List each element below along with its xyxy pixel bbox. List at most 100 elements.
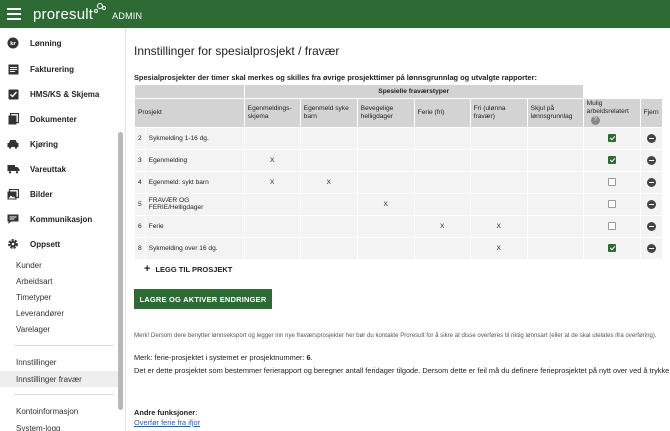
sidebar-item-dokumenter[interactable]: Dokumenter <box>0 109 120 129</box>
page-title: Innstillinger for spesialprosjekt / frav… <box>134 44 340 58</box>
project-number: 8 <box>134 236 146 260</box>
money-circle-icon: kr <box>6 36 20 50</box>
menu-icon[interactable] <box>7 8 21 20</box>
flag-cell-c5[interactable] <box>469 148 528 172</box>
ferie-note-text: Merk: ferie-prosjektet i systemet er pro… <box>134 353 305 362</box>
project-number: 5 <box>134 192 146 216</box>
arbeidsrelatert-checkbox[interactable] <box>607 178 616 187</box>
col-header-mulig-arbeidsrelatert: Mulig arbeidsrelatert? <box>582 98 641 128</box>
flag-cell-c4[interactable]: X <box>413 214 471 238</box>
sidebar-item-label: Dokumenter <box>30 114 77 124</box>
flag-cell-c3[interactable] <box>356 126 415 150</box>
arbeidsrelatert-cell <box>582 148 641 172</box>
section-description: Spesialprosjekter der timer skal merkes … <box>134 73 537 82</box>
arbeidsrelatert-checkbox[interactable] <box>607 222 616 231</box>
sidebar-subitem-varelager[interactable]: Varelager <box>0 321 120 337</box>
sidebar-subitem-innstillinger[interactable]: Innstillinger <box>0 354 120 370</box>
table-row: 3 Egenmelding X <box>134 148 663 172</box>
other-functions-label: Andre funksjoner <box>134 408 196 417</box>
arbeidsrelatert-checkbox[interactable] <box>607 244 616 253</box>
transfer-holiday-link[interactable]: Overfør ferie fra ifjor <box>134 418 200 427</box>
flag-cell-c4[interactable] <box>413 192 471 216</box>
admin-label: ADMIN <box>112 10 143 21</box>
sidebar-subitem-arbeidsart[interactable]: Arbeidsart <box>0 273 120 289</box>
remove-cell <box>639 214 663 238</box>
flag-cell-c5[interactable]: X <box>469 236 528 260</box>
flag-cell-c6[interactable] <box>526 148 584 172</box>
sidebar-subitem-innstillinger-fravaer[interactable]: Innstillinger fravær <box>0 371 120 387</box>
flag-cell-c6[interactable] <box>526 192 584 216</box>
flag-cell-c1[interactable] <box>243 214 301 238</box>
sidebar-subitem-timetyper[interactable]: Timetyper <box>0 289 120 305</box>
sidebar-item-label: Oppsett <box>30 239 61 249</box>
flag-cell-c5[interactable] <box>469 170 528 194</box>
flag-cell-c6[interactable] <box>526 170 584 194</box>
sidebar-subitem-kunder[interactable]: Kunder <box>0 257 120 273</box>
col-header-skjul: Skjul på lønnsgrunnlag <box>526 98 584 128</box>
flag-cell-c4[interactable] <box>413 148 471 172</box>
flag-cell-c3[interactable] <box>356 214 415 238</box>
flag-cell-c2[interactable] <box>299 126 358 150</box>
sidebar-subitem-leverandorer[interactable]: Leverandører <box>0 305 120 321</box>
flag-cell-c1[interactable]: X <box>243 170 301 194</box>
flag-cell-c3[interactable] <box>356 170 415 194</box>
special-projects-table: Spesielle fraværstyper Prosjekt Egenmeld… <box>134 84 663 260</box>
help-icon[interactable]: ? <box>590 116 600 126</box>
sidebar-item-vareuttak[interactable]: Vareuttak <box>0 159 120 179</box>
group-header: Spesielle fraværstyper <box>243 84 584 99</box>
flag-cell-c1[interactable] <box>243 236 301 260</box>
sidebar-item-kommunikasjon[interactable]: Kommunikasjon <box>0 209 120 229</box>
flag-cell-c5[interactable]: X <box>469 214 528 238</box>
flag-cell-c1[interactable]: X <box>243 148 301 172</box>
sidebar-item-lonning[interactable]: kr Lønning <box>0 33 120 53</box>
flag-cell-c4[interactable] <box>413 236 471 260</box>
flag-cell-c6[interactable] <box>526 126 584 150</box>
arbeidsrelatert-checkbox[interactable] <box>607 156 616 165</box>
remove-icon[interactable] <box>646 243 656 253</box>
sidebar-item-hms[interactable]: HMS/KS & Skjema <box>0 84 120 104</box>
remove-icon[interactable] <box>646 221 656 231</box>
arbeidsrelatert-checkbox[interactable] <box>607 134 616 143</box>
add-project-button[interactable]: + LEGG TIL PROSJEKT <box>144 263 232 275</box>
sidebar-scrollbar[interactable] <box>118 132 123 410</box>
brand-logo[interactable]: proresult ADMIN <box>33 3 143 23</box>
flag-cell-c3[interactable] <box>356 236 415 260</box>
flag-cell-c2[interactable]: X <box>299 170 358 194</box>
remove-icon[interactable] <box>646 155 656 165</box>
flag-cell-c2[interactable] <box>299 192 358 216</box>
flag-cell-c4[interactable] <box>413 170 471 194</box>
remove-icon[interactable] <box>646 133 656 143</box>
other-functions-colon: : <box>195 408 198 417</box>
flag-cell-c4[interactable] <box>413 126 471 150</box>
arbeidsrelatert-checkbox[interactable] <box>607 200 616 209</box>
chat-icon <box>6 212 20 226</box>
flag-cell-c2[interactable] <box>299 236 358 260</box>
flag-cell-c1[interactable] <box>243 192 301 216</box>
remove-icon[interactable] <box>646 177 656 187</box>
flag-cell-c6[interactable] <box>526 236 584 260</box>
col-header-ferie: Ferie (fri) <box>413 98 471 128</box>
sidebar-item-fakturering[interactable]: Fakturering <box>0 59 120 79</box>
flag-cell-c3[interactable] <box>356 148 415 172</box>
project-name: Egenmelding <box>144 148 245 172</box>
gear-icon <box>6 237 20 251</box>
sidebar-item-oppsett[interactable]: Oppsett <box>0 234 120 254</box>
flag-cell-c6[interactable] <box>526 214 584 238</box>
flag-cell-c2[interactable] <box>299 148 358 172</box>
project-number: 3 <box>134 148 146 172</box>
remove-icon[interactable] <box>646 199 656 209</box>
sidebar-subitem-kontoinformasjon[interactable]: Kontoinformasjon <box>0 403 120 419</box>
sidebar-item-label: Lønning <box>30 38 62 48</box>
flag-cell-c5[interactable] <box>469 192 528 216</box>
sidebar-subitem-system-logg[interactable]: System-logg <box>0 420 120 431</box>
save-activate-button[interactable]: LAGRE OG AKTIVER ENDRINGER <box>134 289 272 309</box>
table-header-blank <box>582 84 663 99</box>
flag-cell-c3[interactable]: X <box>356 192 415 216</box>
flag-cell-c1[interactable] <box>243 126 301 150</box>
sidebar-item-kjoring[interactable]: Kjøring <box>0 134 120 154</box>
sidebar-item-bilder[interactable]: Bilder <box>0 184 120 204</box>
sidebar-item-label: Kommunikasjon <box>30 214 93 224</box>
flag-cell-c5[interactable] <box>469 126 528 150</box>
project-number: 6 <box>134 214 146 238</box>
flag-cell-c2[interactable] <box>299 214 358 238</box>
